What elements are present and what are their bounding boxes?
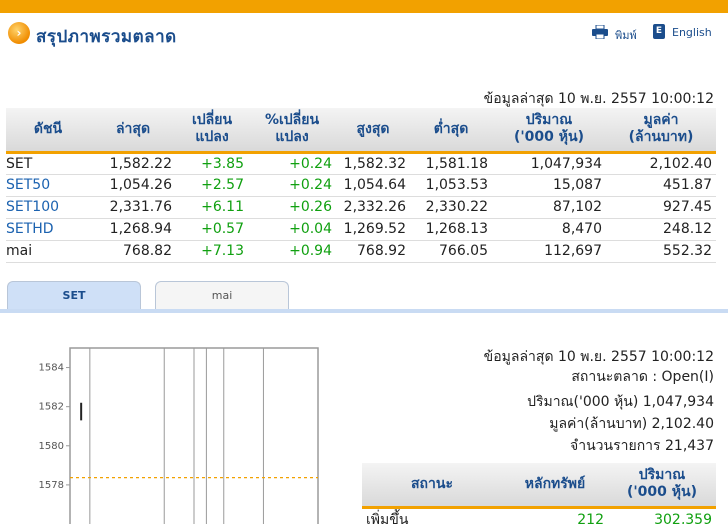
index-cell-low: 1,268.13 [410, 218, 492, 241]
tab-set[interactable]: SET [7, 281, 141, 309]
index-cell-value: 451.87 [606, 174, 716, 197]
index-cell-low: 1,053.53 [410, 174, 492, 197]
top-accent-bar [0, 0, 728, 13]
index-cell-last: 1,054.26 [90, 174, 176, 197]
index-cell-low: 2,330.22 [410, 196, 492, 219]
tab-mai[interactable]: mai [155, 281, 289, 309]
index-table-header: ดัชนี ล่าสุด เปลี่ยน แปลง %เปลี่ยน แปลง สูงส… [6, 108, 716, 154]
index-column-header: มูลค่า (ล้านบาท) [606, 108, 716, 154]
index-column-header: ปริมาณ ('000 หุ้น) [492, 108, 606, 154]
index-row: SETHD 1,268.94 +0.57 +0.04 1,269.52 1,268.13 8… [6, 218, 716, 241]
index-cell-change: +0.57 [176, 218, 248, 241]
index-cell-change: +7.13 [176, 240, 248, 263]
market-volume: ปริมาณ('000 หุ้น) 1,047,934 [527, 394, 714, 410]
index-cell-high: 1,582.32 [336, 152, 410, 175]
market-status: สถานะตลาด : Open(I) [571, 369, 714, 385]
index-column-header: ดัชนี [6, 108, 90, 154]
chart-y-tick-label: 1584 [39, 363, 64, 374]
market-transactions: จำนวนรายการ 21,437 [570, 438, 714, 454]
printer-icon[interactable] [592, 25, 608, 39]
book-icon[interactable]: E [653, 24, 665, 39]
index-cell-pct: +0.26 [248, 196, 336, 219]
index-row: mai 768.82 +7.13 +0.94 768.92 766.05 112,697 55… [6, 240, 716, 263]
status-column-header: หลักทรัพย์ [502, 463, 608, 509]
index-cell-name[interactable]: SET100 [6, 196, 90, 219]
index-column-header: ล่าสุด [90, 108, 176, 154]
page-title: สรุปภาพรวมตลาด [36, 27, 177, 47]
index-cell-high: 2,332.26 [336, 196, 410, 219]
index-cell-pct: +0.04 [248, 218, 336, 241]
english-link[interactable]: English [672, 26, 712, 39]
status-table: สถานะ หลักทรัพย์ ปริมาณ ('000 หุ้น) เพิ่มข… [362, 463, 716, 524]
index-column-header: สูงสุด [336, 108, 410, 154]
index-cell-last: 1,268.94 [90, 218, 176, 241]
status-cell-status: เพิ่มขึ้น [366, 511, 409, 524]
index-row: SET 1,582.22 +3.85 +0.24 1,582.32 1,581.18 1,0… [6, 152, 716, 175]
chart-y-tick-label: 1582 [39, 402, 64, 413]
last-updated-text: ข้อมูลล่าสุด 10 พ.ย. 2557 10:00:12 [483, 91, 714, 107]
status-column-header: สถานะ [362, 463, 502, 509]
index-cell-volume: 1,047,934 [492, 152, 606, 175]
index-column-header: ต่ำสุด [410, 108, 492, 154]
market-updated-text: ข้อมูลล่าสุด 10 พ.ย. 2557 10:00:12 [483, 349, 714, 365]
index-row: SET50 1,054.26 +2.57 +0.24 1,054.64 1,053.53 1… [6, 174, 716, 197]
index-cell-high: 768.92 [336, 240, 410, 263]
index-cell-value: 927.45 [606, 196, 716, 219]
index-cell-value: 2,102.40 [606, 152, 716, 175]
index-cell-name: SET [6, 152, 90, 175]
index-cell-pct: +0.94 [248, 240, 336, 263]
index-cell-value: 552.32 [606, 240, 716, 263]
index-cell-high: 1,269.52 [336, 218, 410, 241]
index-cell-volume: 8,470 [492, 218, 606, 241]
index-cell-volume: 87,102 [492, 196, 606, 219]
index-cell-high: 1,054.64 [336, 174, 410, 197]
market-value: มูลค่า(ล้านบาท) 2,102.40 [549, 416, 714, 432]
index-cell-change: +3.85 [176, 152, 248, 175]
index-cell-name: mai [6, 240, 90, 263]
intraday-chart: 1584 1582 1580 1578 [39, 347, 319, 524]
index-cell-pct: +0.24 [248, 174, 336, 197]
chart-y-tick-label: 1578 [39, 480, 64, 491]
chart-y-tick-label: 1580 [39, 441, 64, 452]
print-link[interactable]: พิมพ์ [615, 26, 637, 44]
index-cell-low: 766.05 [410, 240, 492, 263]
index-cell-last: 1,582.22 [90, 152, 176, 175]
index-cell-pct: +0.24 [248, 152, 336, 175]
index-cell-change: +6.11 [176, 196, 248, 219]
index-cell-low: 1,581.18 [410, 152, 492, 175]
status-cell-volume: 302,359 [654, 511, 712, 524]
index-column-header: เปลี่ยน แปลง [176, 108, 248, 154]
page-header: › สรุปภาพรวมตลาด พิมพ์ E English [0, 20, 728, 50]
index-column-header: %เปลี่ยน แปลง [248, 108, 336, 154]
status-cell-count: 212 [577, 511, 604, 524]
index-table: ดัชนี ล่าสุด เปลี่ยน แปลง %เปลี่ยน แปลง สูงส… [6, 108, 716, 263]
index-cell-name[interactable]: SETHD [6, 218, 90, 241]
index-cell-volume: 112,697 [492, 240, 606, 263]
index-cell-volume: 15,087 [492, 174, 606, 197]
index-cell-last: 2,331.76 [90, 196, 176, 219]
index-row: SET100 2,331.76 +6.11 +0.26 2,332.26 2,330.22… [6, 196, 716, 219]
index-cell-last: 768.82 [90, 240, 176, 263]
index-cell-change: +2.57 [176, 174, 248, 197]
status-table-header: สถานะ หลักทรัพย์ ปริมาณ ('000 หุ้น) [362, 463, 716, 509]
status-column-header: ปริมาณ ('000 หุ้น) [608, 463, 716, 509]
market-tabs: SET mai [0, 281, 728, 313]
index-cell-value: 248.12 [606, 218, 716, 241]
arrow-right-icon: › [8, 22, 30, 44]
status-row: เพิ่มขึ้น 212 302,359 [362, 507, 716, 524]
index-cell-name[interactable]: SET50 [6, 174, 90, 197]
